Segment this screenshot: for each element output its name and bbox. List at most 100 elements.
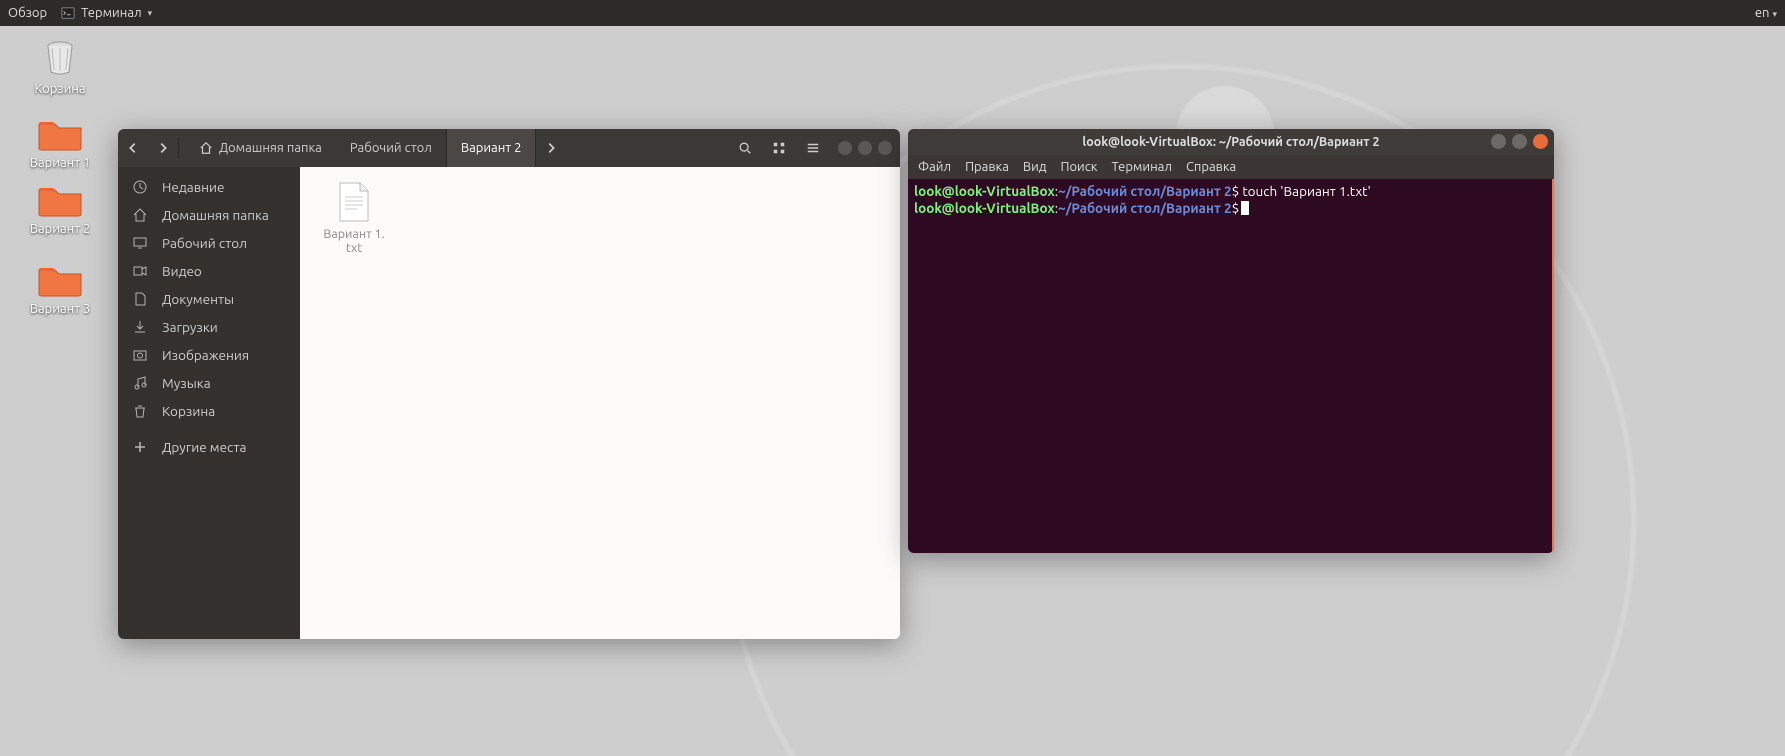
plus-icon [132, 439, 148, 455]
file-manager-content[interactable]: Вариант 1. txt [300, 167, 900, 639]
desktop-folder-2[interactable]: Вариант 2 [10, 184, 110, 236]
breadcrumb-label: Домашняя папка [219, 141, 322, 155]
prompt-dollar: $ [1232, 200, 1240, 216]
grid-icon [772, 141, 786, 155]
desktop-icon-label: Вариант 1 [10, 156, 110, 170]
desktop-folder-1[interactable]: Вариант 1 [10, 118, 110, 170]
home-icon [199, 141, 213, 155]
desktop-icon-label: Вариант 2 [10, 222, 110, 236]
sidebar-label: Недавние [162, 179, 225, 195]
desktop-trash[interactable]: Корзина [10, 38, 110, 96]
maximize-button[interactable] [858, 141, 872, 155]
active-app-name: Терминал [81, 6, 141, 20]
terminal-body[interactable]: look@look-VirtualBox:~/Рабочий стол/Вари… [908, 179, 1554, 553]
separator [178, 137, 179, 159]
window-controls [838, 141, 892, 155]
folder-icon [37, 184, 83, 218]
breadcrumb: Домашняя папка Рабочий стол Вариант 2 [185, 129, 566, 167]
sidebar-music[interactable]: Музыка [118, 369, 300, 397]
prompt-path: /Рабочий стол/Вариант 2 [1066, 200, 1232, 216]
sidebar-recent[interactable]: Недавние [118, 173, 300, 201]
menu-view[interactable]: Вид [1023, 160, 1047, 174]
forward-button[interactable] [148, 129, 178, 167]
activities-button[interactable]: Обзор [8, 6, 47, 20]
minimize-button[interactable] [838, 141, 852, 155]
file-item[interactable]: Вариант 1. txt [314, 181, 394, 255]
menu-help[interactable]: Справка [1186, 160, 1236, 174]
sidebar-label: Корзина [162, 403, 215, 419]
sidebar-downloads[interactable]: Загрузки [118, 313, 300, 341]
desktop-icon-label: Корзина [10, 82, 110, 96]
menu-file[interactable]: Файл [918, 160, 951, 174]
sidebar-pictures[interactable]: Изображения [118, 341, 300, 369]
prompt-path-tilde: ~ [1058, 183, 1066, 199]
maximize-button[interactable] [1512, 134, 1527, 149]
terminal-line: look@look-VirtualBox:~/Рабочий стол/Вари… [914, 200, 1546, 217]
sidebar-documents[interactable]: Документы [118, 285, 300, 313]
text-file-icon [337, 181, 371, 223]
clock-icon [132, 179, 148, 195]
terminal-cursor [1241, 201, 1249, 215]
breadcrumb-label: Вариант 2 [461, 141, 522, 155]
sidebar-home[interactable]: Домашняя папка [118, 201, 300, 229]
menu-terminal[interactable]: Терминал [1111, 160, 1171, 174]
search-button[interactable] [728, 129, 762, 167]
sidebar-label: Другие места [162, 439, 246, 455]
music-icon [132, 375, 148, 391]
download-icon [132, 319, 148, 335]
document-icon [132, 291, 148, 307]
file-manager-window: Домашняя папка Рабочий стол Вариант 2 Не… [118, 129, 900, 639]
breadcrumb-home[interactable]: Домашняя папка [185, 129, 336, 167]
breadcrumb-current[interactable]: Вариант 2 [446, 129, 537, 167]
prompt-path-tilde: ~ [1058, 200, 1066, 216]
sidebar-videos[interactable]: Видео [118, 257, 300, 285]
close-button[interactable] [878, 141, 892, 155]
chevron-down-icon: ▾ [1772, 9, 1777, 19]
file-name: Вариант 1. [314, 227, 394, 241]
trash-icon [132, 403, 148, 419]
sidebar-label: Документы [162, 291, 234, 307]
top-panel: Обзор Терминал ▾ en ▾ [0, 0, 1785, 26]
view-toggle-button[interactable] [762, 129, 796, 167]
search-icon [738, 141, 752, 155]
camera-icon [132, 347, 148, 363]
active-app-indicator[interactable]: Терминал ▾ [61, 6, 152, 20]
sidebar-label: Изображения [162, 347, 249, 363]
terminal-title-text: look@look-VirtualBox: ~/Рабочий стол/Вар… [1082, 135, 1379, 149]
sidebar-label: Домашняя папка [162, 207, 269, 223]
terminal-line: look@look-VirtualBox:~/Рабочий стол/Вари… [914, 183, 1546, 200]
chevron-down-icon: ▾ [148, 8, 153, 19]
terminal-app-icon [61, 6, 75, 20]
minimize-button[interactable] [1491, 134, 1506, 149]
terminal-menubar: Файл Правка Вид Поиск Терминал Справка [908, 155, 1554, 179]
file-ext: txt [314, 241, 394, 255]
sidebar-desktop[interactable]: Рабочий стол [118, 229, 300, 257]
menu-search[interactable]: Поиск [1060, 160, 1097, 174]
menu-edit[interactable]: Правка [965, 160, 1009, 174]
close-button[interactable] [1533, 134, 1548, 149]
sidebar-label: Загрузки [162, 319, 218, 335]
sidebar-label: Рабочий стол [162, 235, 247, 251]
prompt-user: look@look-VirtualBox [914, 200, 1055, 216]
video-icon [132, 263, 148, 279]
folder-icon [37, 264, 83, 298]
folder-icon [37, 118, 83, 152]
back-button[interactable] [118, 129, 148, 167]
sidebar-label: Музыка [162, 375, 211, 391]
hamburger-menu-button[interactable] [796, 129, 830, 167]
prompt-path: /Рабочий стол/Вариант 2 [1066, 183, 1232, 199]
sidebar-trash[interactable]: Корзина [118, 397, 300, 425]
menu-icon [806, 141, 820, 155]
breadcrumb-more[interactable] [536, 129, 566, 167]
breadcrumb-desktop[interactable]: Рабочий стол [336, 129, 446, 167]
prompt-user: look@look-VirtualBox [914, 183, 1055, 199]
desktop-folder-3[interactable]: Вариант 3 [10, 264, 110, 316]
terminal-titlebar[interactable]: look@look-VirtualBox: ~/Рабочий стол/Вар… [908, 129, 1554, 155]
file-manager-sidebar: Недавние Домашняя папка Рабочий стол Вид… [118, 167, 300, 639]
window-controls [1491, 134, 1548, 149]
desktop-icon-label: Вариант 3 [10, 302, 110, 316]
home-icon [132, 207, 148, 223]
file-manager-header: Домашняя папка Рабочий стол Вариант 2 [118, 129, 900, 167]
sidebar-other-places[interactable]: Другие места [118, 433, 300, 461]
keyboard-layout-indicator[interactable]: en ▾ [1755, 6, 1777, 20]
